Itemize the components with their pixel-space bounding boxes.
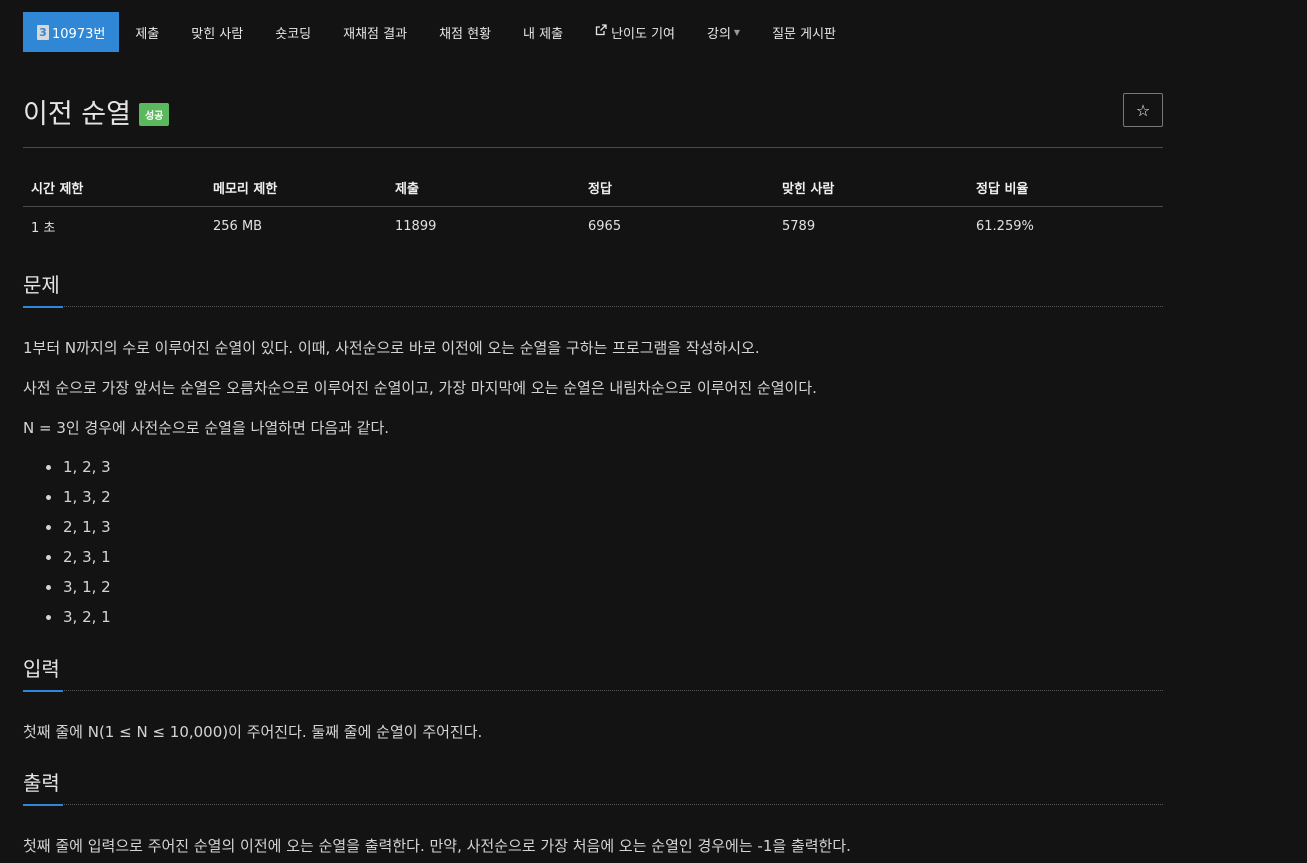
section-title: 문제	[23, 273, 60, 297]
header-submissions: 제출	[387, 170, 580, 207]
section-title: 입력	[23, 657, 60, 681]
section-underline	[23, 804, 1163, 806]
problem-title: 이전 순열	[23, 99, 131, 130]
nav-status[interactable]: 채점 현황	[423, 12, 507, 52]
section-input-heading: 입력	[23, 656, 1163, 692]
section-output-heading: 출력	[23, 770, 1163, 806]
section-title: 출력	[23, 771, 60, 795]
section-underline	[23, 690, 1163, 692]
status-badge: 성공	[138, 103, 170, 126]
value-accepted: 6965	[588, 219, 622, 234]
section-underline	[23, 306, 1163, 308]
level-badge: 3	[37, 24, 49, 40]
list-item: 1, 2, 3	[23, 455, 111, 485]
nav-label: 제출	[135, 26, 160, 42]
nav-label: 숏코딩	[275, 26, 312, 42]
list-item: 3, 1, 2	[23, 575, 111, 605]
problem-info-table: 시간 제한 메모리 제한 제출 정답 맞힌 사람 정답 비율 1 초 256 M…	[23, 170, 1163, 246]
value-memory-limit: 256 MB	[213, 219, 263, 234]
permutation-list: 1, 2, 3 1, 3, 2 2, 1, 3 2, 3, 1 3, 1, 2 …	[23, 455, 111, 635]
nav-label: 맞힌 사람	[191, 26, 244, 42]
value-submissions: 11899	[395, 219, 437, 234]
star-icon: ☆	[1135, 100, 1151, 120]
nav-label: 채점 현황	[439, 26, 492, 42]
list-item: 3, 2, 1	[23, 605, 111, 635]
header-solved-users: 맞힌 사람	[774, 170, 968, 207]
nav-label: 질문 게시판	[772, 26, 837, 42]
problem-nav: 3 10973번 제출 맞힌 사람 숏코딩 재채점 결과 채점 현황 내 제출 …	[23, 12, 852, 52]
problem-paragraph: N = 3인 경우에 사전순으로 순열을 나열하면 다음과 같다.	[23, 419, 390, 437]
nav-rejudge[interactable]: 재채점 결과	[327, 12, 423, 52]
list-item: 2, 1, 3	[23, 515, 111, 545]
nav-problem[interactable]: 3 10973번	[23, 12, 120, 52]
value-solved-users: 5789	[782, 219, 816, 234]
problem-paragraph: 1부터 N까지의 수로 이루어진 순열이 있다. 이때, 사전순으로 바로 이전…	[23, 339, 760, 357]
header-ratio: 정답 비율	[968, 170, 1163, 207]
header-time-limit: 시간 제한	[23, 170, 205, 207]
table-row: 1 초 256 MB 11899 6965 5789 61.259%	[23, 207, 1163, 247]
value-ratio: 61.259%	[976, 219, 1034, 234]
section-problem-heading: 문제	[23, 272, 1163, 308]
nav-label: 내 제출	[523, 26, 564, 42]
nav-label: 강의	[707, 26, 731, 42]
output-description: 첫째 줄에 입력으로 주어진 순열의 이전에 오는 순열을 출력한다. 만약, …	[23, 837, 851, 855]
value-time-limit: 1 초	[31, 221, 56, 236]
list-item: 1, 3, 2	[23, 485, 111, 515]
divider	[23, 147, 1163, 148]
external-link-icon	[595, 24, 607, 40]
star-button[interactable]: ☆	[1123, 93, 1163, 127]
table-header-row: 시간 제한 메모리 제한 제출 정답 맞힌 사람 정답 비율	[23, 170, 1163, 207]
input-description: 첫째 줄에 N(1 ≤ N ≤ 10,000)이 주어진다. 둘째 줄에 순열이…	[23, 723, 483, 741]
header-accepted: 정답	[580, 170, 774, 207]
nav-label: 난이도 기여	[611, 26, 675, 42]
nav-board[interactable]: 질문 게시판	[756, 12, 852, 52]
nav-my-submissions[interactable]: 내 제출	[507, 12, 579, 52]
nav-short-coding[interactable]: 숏코딩	[259, 12, 327, 52]
nav-difficulty[interactable]: 난이도 기여	[579, 12, 691, 52]
nav-label: 10973번	[52, 26, 106, 42]
caret-down-icon: ▼	[733, 27, 741, 37]
problem-paragraph: 사전 순으로 가장 앞서는 순열은 오름차순으로 이루어진 순열이고, 가장 마…	[23, 379, 817, 397]
nav-solved-users[interactable]: 맞힌 사람	[175, 12, 259, 52]
nav-label: 재채점 결과	[343, 26, 408, 42]
nav-submit[interactable]: 제출	[119, 12, 175, 52]
header-memory-limit: 메모리 제한	[205, 170, 387, 207]
title-row: 이전 순열 성공	[23, 92, 170, 131]
nav-lectures[interactable]: 강의 ▼	[691, 12, 756, 52]
list-item: 2, 3, 1	[23, 545, 111, 575]
